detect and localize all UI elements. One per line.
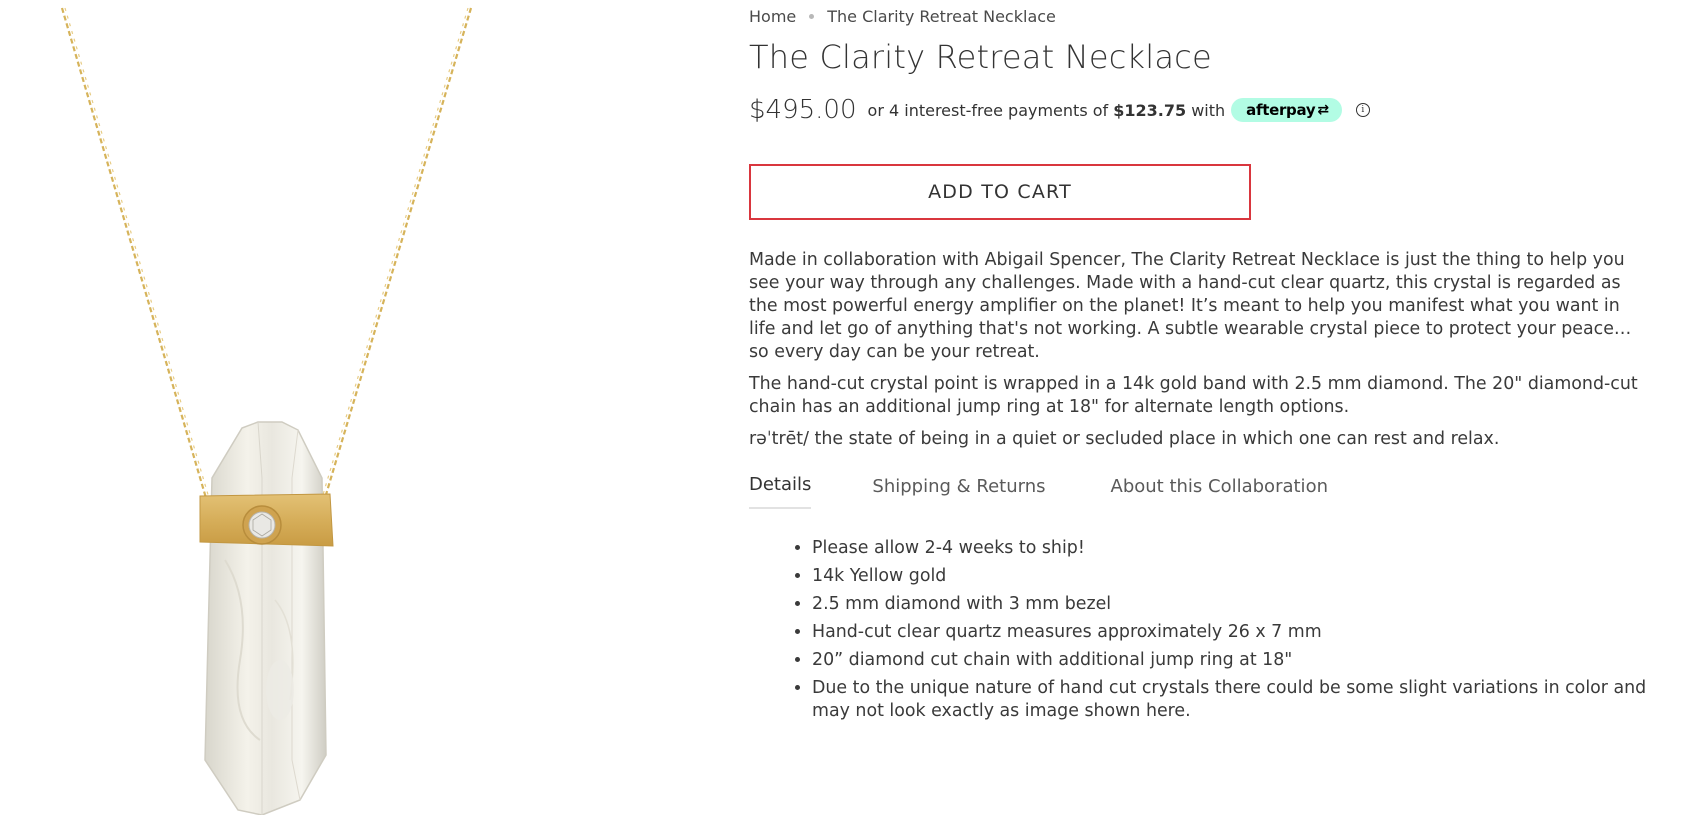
gold-band (199, 493, 334, 547)
afterpay-prefix: or 4 interest-free payments of (867, 100, 1109, 120)
afterpay-brand-text: afterpay (1246, 101, 1316, 119)
list-item: 2.5 mm diamond with 3 mm bezel (812, 593, 1647, 616)
info-icon[interactable]: i (1355, 103, 1370, 117)
add-to-cart-button[interactable]: ADD TO CART (749, 164, 1251, 220)
tab-shipping-returns[interactable]: Shipping & Returns (872, 476, 1045, 509)
breadcrumb-home-link[interactable]: Home (749, 7, 796, 26)
list-item: Please allow 2-4 weeks to ship! (812, 537, 1647, 560)
chain-left (60, 7, 210, 499)
product-description: Made in collaboration with Abigail Spenc… (749, 249, 1644, 460)
chain-right (321, 7, 473, 499)
list-item: Due to the unique nature of hand cut cry… (812, 677, 1647, 723)
product-image[interactable] (0, 0, 620, 815)
description-paragraph: The hand-cut crystal point is wrapped in… (749, 374, 1638, 417)
product-page: Home The Clarity Retreat Necklace The Cl… (0, 0, 1681, 815)
afterpay-amount: $123.75 (1113, 100, 1187, 120)
tab-details[interactable]: Details (749, 474, 812, 509)
price-row: $495.00 or 4 interest-free payments of $… (749, 95, 1370, 125)
description-paragraph: rəˈtrēt/ the state of being in a quiet o… (749, 429, 1500, 449)
product-price: $495.00 (749, 95, 857, 125)
list-item: 14k Yellow gold (812, 565, 1647, 588)
breadcrumb-separator (809, 14, 815, 19)
breadcrumb-current: The Clarity Retreat Necklace (827, 7, 1056, 26)
list-item: 20” diamond cut chain with additional ju… (812, 649, 1647, 672)
afterpay-logo[interactable]: afterpay ⇄ (1231, 98, 1342, 122)
list-item: Hand-cut clear quartz measures approxima… (812, 621, 1647, 644)
necklace-illustration (60, 7, 473, 815)
product-title: The Clarity Retreat Necklace (749, 38, 1212, 76)
tab-about-collaboration[interactable]: About this Collaboration (1111, 476, 1328, 509)
breadcrumb: Home The Clarity Retreat Necklace (749, 7, 1056, 26)
quartz-crystal (204, 421, 327, 815)
afterpay-installments: or 4 interest-free payments of $123.75 w… (868, 101, 1226, 120)
description-paragraph: Made in collaboration with Abigail Spenc… (749, 250, 1632, 362)
product-tabs: Details Shipping & Returns About this Co… (749, 474, 1649, 509)
afterpay-suffix: with (1191, 100, 1226, 120)
afterpay-arrows-icon: ⇄ (1317, 102, 1329, 118)
details-list: Please allow 2-4 weeks to ship! 14k Yell… (749, 537, 1647, 728)
